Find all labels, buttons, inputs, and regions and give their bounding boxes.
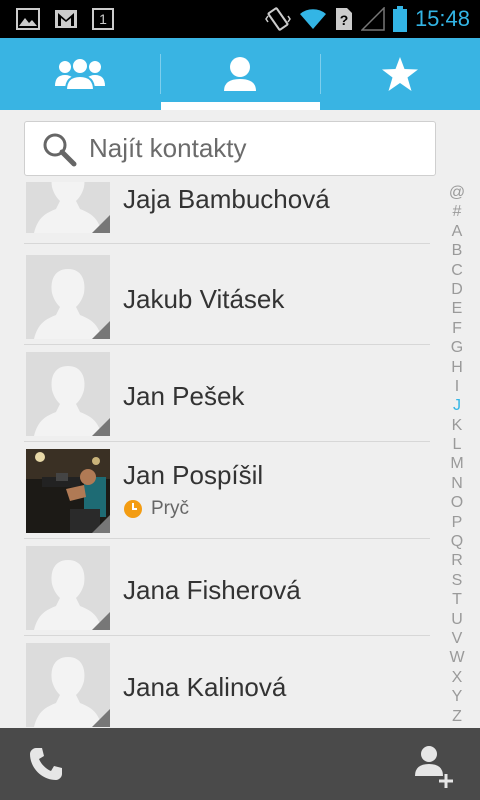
svg-text:?: ?: [340, 12, 349, 28]
contact-name: Jaja Bambuchová: [123, 184, 330, 214]
index-letter[interactable]: B: [446, 241, 468, 260]
bottom-action-bar: [0, 728, 480, 800]
index-letter[interactable]: P: [446, 513, 468, 532]
search-box[interactable]: [24, 121, 436, 176]
default-avatar-icon: [26, 352, 110, 436]
search-icon: [43, 133, 77, 166]
presence-status: Pryč: [123, 498, 189, 520]
system-icons: ? 15:48: [265, 6, 470, 32]
default-avatar: [26, 643, 110, 727]
index-letter[interactable]: @: [446, 183, 468, 202]
alphabet-index[interactable]: @ # A B C D E F G H I J K L M N O P Q R …: [446, 183, 468, 726]
default-avatar-icon: [26, 255, 110, 339]
vibrate-icon: [265, 7, 291, 31]
default-avatar-icon: [26, 643, 110, 727]
default-avatar: [26, 182, 110, 233]
index-letter[interactable]: D: [446, 280, 468, 299]
selected-tab-indicator: [161, 102, 320, 110]
status-bar: 1 ? 15:48: [0, 0, 480, 38]
contact-name: Jan Pospíšil: [123, 460, 264, 490]
contact-row[interactable]: Jaja Bambuchová: [0, 182, 440, 244]
contact-row[interactable]: Jan Pospíšil Pryč: [0, 442, 440, 539]
tab-favorites[interactable]: [320, 38, 480, 110]
image-icon: [16, 8, 40, 30]
index-letter[interactable]: U: [446, 610, 468, 629]
dial-button[interactable]: [14, 738, 78, 790]
contact-name: Jakub Vitásek: [123, 284, 285, 314]
index-letter[interactable]: F: [446, 319, 468, 338]
index-letter[interactable]: Z: [446, 707, 468, 726]
contact-row[interactable]: Jan Pešek: [0, 345, 440, 442]
index-letter[interactable]: C: [446, 261, 468, 280]
calendar-icon: 1: [92, 8, 114, 30]
index-letter[interactable]: E: [446, 299, 468, 318]
index-letter[interactable]: R: [446, 551, 468, 570]
contact-row[interactable]: Jana Fisherová: [0, 539, 440, 636]
index-letter[interactable]: W: [446, 648, 468, 667]
notification-icons: 1: [16, 8, 114, 30]
tab-bar: [0, 38, 480, 110]
index-letter[interactable]: K: [446, 416, 468, 435]
add-contact-icon: [415, 746, 453, 788]
tab-groups[interactable]: [0, 38, 160, 110]
wifi-icon: [299, 9, 326, 29]
default-avatar-icon: [26, 182, 110, 233]
index-letter[interactable]: H: [446, 358, 468, 377]
clock-away-icon: [124, 500, 142, 518]
index-letter[interactable]: N: [446, 474, 468, 493]
index-letter[interactable]: S: [446, 571, 468, 590]
contact-name: Jana Fisherová: [123, 575, 301, 605]
index-letter[interactable]: L: [446, 435, 468, 454]
gmail-icon: [55, 10, 77, 28]
battery-icon: [392, 6, 407, 32]
index-letter[interactable]: I: [446, 377, 468, 396]
groups-icon: [55, 57, 105, 91]
contact-list[interactable]: Jaja Bambuchová Jakub Vitásek Jan Pešek: [0, 182, 440, 728]
add-contact-button[interactable]: [402, 738, 466, 794]
index-letter[interactable]: X: [446, 668, 468, 687]
presence-label: Pryč: [151, 498, 189, 519]
index-letter[interactable]: V: [446, 629, 468, 648]
index-letter[interactable]: T: [446, 590, 468, 609]
index-letter[interactable]: A: [446, 222, 468, 241]
star-icon: [382, 57, 418, 91]
default-avatar-icon: [26, 546, 110, 630]
index-letter[interactable]: O: [446, 493, 468, 512]
contact-row[interactable]: Jana Kalinová: [0, 636, 440, 728]
calendar-day: 1: [99, 11, 107, 27]
contact-name: Jan Pešek: [123, 381, 245, 411]
index-letter[interactable]: G: [446, 338, 468, 357]
phone-icon: [30, 748, 62, 780]
photo-avatar: [26, 449, 110, 533]
row-divider: [24, 243, 430, 244]
index-letter[interactable]: Y: [446, 687, 468, 706]
index-letter[interactable]: Q: [446, 532, 468, 551]
no-sim-icon: ?: [335, 8, 352, 30]
index-letter[interactable]: #: [446, 202, 468, 221]
clock: 15:48: [414, 6, 470, 31]
default-avatar: [26, 255, 110, 339]
contact-row[interactable]: Jakub Vitásek: [0, 248, 440, 345]
photo-avatar-image: [26, 449, 110, 533]
person-icon: [224, 57, 256, 91]
index-letter-active[interactable]: J: [446, 396, 468, 415]
contact-name: Jana Kalinová: [123, 672, 287, 702]
signal-icon: [360, 7, 385, 31]
default-avatar: [26, 546, 110, 630]
tab-all-contacts[interactable]: [160, 38, 320, 110]
search-input[interactable]: [89, 133, 409, 164]
default-avatar: [26, 352, 110, 436]
index-letter[interactable]: M: [446, 454, 468, 473]
